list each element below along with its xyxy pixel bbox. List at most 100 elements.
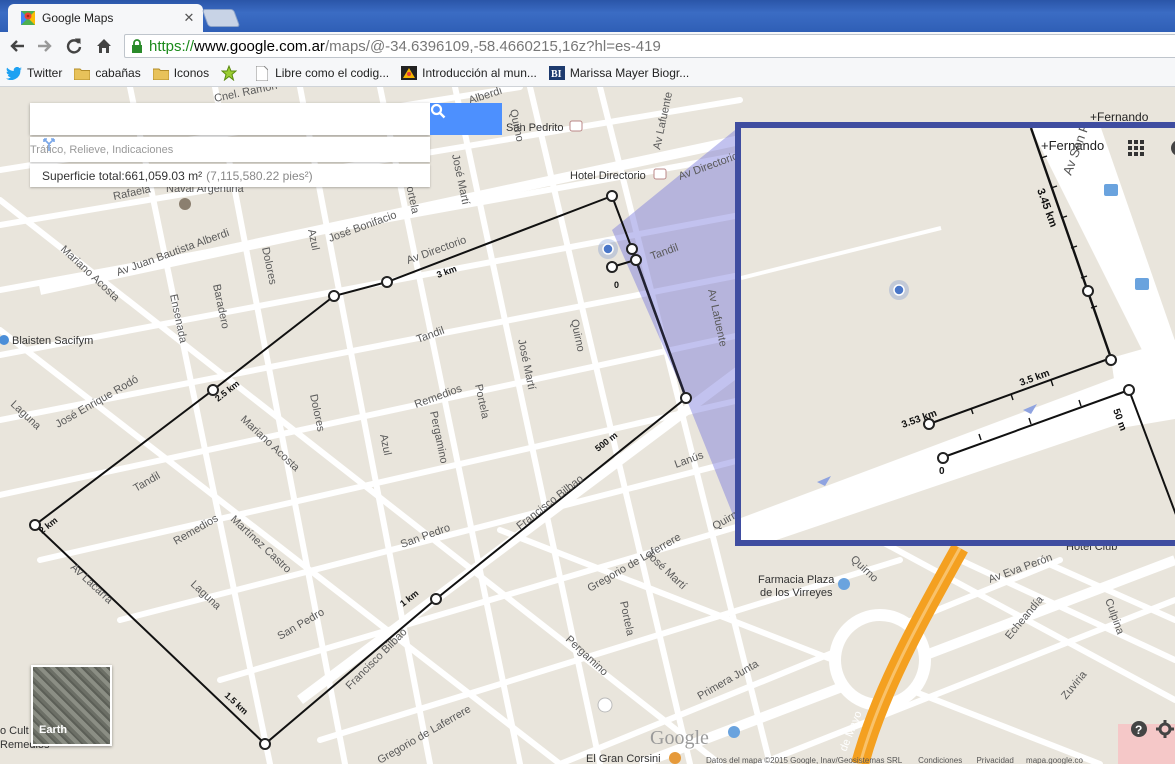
route-vertex[interactable] xyxy=(626,243,638,255)
reload-icon xyxy=(66,38,82,54)
route-vertex[interactable] xyxy=(1082,285,1094,297)
route-vertex[interactable] xyxy=(328,290,340,302)
url-text: https://www.google.com.ar/maps/@-34.6396… xyxy=(149,37,661,55)
close-tab-icon[interactable]: ✕ xyxy=(181,10,197,26)
search-options[interactable]: Tráfico, Relieve, Indicaciones xyxy=(30,137,430,162)
zoom-inset-map: 3.45 km 3.5 km 3.53 km 50 m 0 +Fernando … xyxy=(741,128,1175,540)
twitter-icon xyxy=(6,66,22,80)
tab-google-maps[interactable]: Google Maps ✕ xyxy=(8,4,203,32)
route-distance-label: 2 km xyxy=(37,515,59,536)
street-label: Baradero xyxy=(210,283,231,330)
bookmark-folder-iconos[interactable]: Iconos xyxy=(152,66,209,80)
route-vertex[interactable] xyxy=(381,276,393,288)
search-input[interactable] xyxy=(38,103,422,135)
my-location-dot xyxy=(602,243,614,255)
browser-toolbar: https://www.google.com.ar/maps/@-34.6396… xyxy=(0,32,1175,60)
terms-link[interactable]: Condiciones xyxy=(918,756,962,764)
poi-label: o Cult xyxy=(0,725,29,737)
search-button[interactable] xyxy=(430,103,502,135)
hotel-icon xyxy=(569,120,583,132)
earth-layer-toggle[interactable]: Earth xyxy=(31,665,112,746)
tab-bar: Google Maps ✕ xyxy=(0,0,1175,32)
route-vertex[interactable] xyxy=(680,392,692,404)
zoom-inset-panel: 3.45 km 3.5 km 3.53 km 50 m 0 +Fernando … xyxy=(735,122,1175,546)
street-label: Dolores xyxy=(259,246,279,286)
bookmark-folder-cabanas[interactable]: cabañas xyxy=(74,66,141,80)
shop-icon xyxy=(1135,278,1149,290)
hotel-icon xyxy=(653,168,667,180)
route-distance-label: 0 xyxy=(939,466,945,477)
folder-icon xyxy=(152,66,169,80)
map-footer: Datos del mapa ©2015 Google, Inav/Geosis… xyxy=(706,756,1175,764)
settings-gear-icon[interactable] xyxy=(1156,720,1174,738)
google-watermark: Google xyxy=(650,727,709,749)
route-vertex[interactable] xyxy=(630,254,642,266)
street-label: Portela xyxy=(617,600,636,637)
route-vertex[interactable] xyxy=(606,261,618,273)
street-label: Pergamino xyxy=(563,633,610,678)
poi-label: El Gran Corsini xyxy=(586,753,661,764)
route-vertex[interactable] xyxy=(259,738,271,750)
svg-text:BI: BI xyxy=(551,69,562,80)
directions-icon xyxy=(43,138,55,151)
help-icon[interactable]: ? xyxy=(1130,720,1148,738)
svg-text:?: ? xyxy=(1135,723,1142,737)
privacy-link[interactable]: Privacidad xyxy=(976,756,1013,764)
route-vertex[interactable] xyxy=(937,452,949,464)
route-distance-label: 1 km xyxy=(398,588,420,609)
map-credits: Datos del mapa ©2015 Google, Inav/Geosis… xyxy=(706,756,902,764)
route-vertex[interactable] xyxy=(606,190,618,202)
page-icon xyxy=(254,65,270,81)
route-vertex[interactable] xyxy=(430,593,442,605)
street-label: Gregorio de Laferrere xyxy=(376,703,474,764)
route-distance-label: 0 xyxy=(614,280,619,290)
reload-button[interactable] xyxy=(63,35,85,57)
search-icon xyxy=(430,103,446,119)
new-tab-button[interactable] xyxy=(201,9,241,27)
poi-label: Farmacia Plaza xyxy=(758,574,835,586)
poi-circle xyxy=(597,697,613,713)
street-label: Av Lacarra xyxy=(68,561,116,607)
route-vertex[interactable] xyxy=(1105,354,1117,366)
image-icon xyxy=(401,66,418,80)
bookmark-star[interactable] xyxy=(221,65,242,81)
lock-icon xyxy=(132,39,142,53)
poi-label: Blaisten Sacifym xyxy=(12,335,93,347)
address-bar[interactable]: https://www.google.com.ar/maps/@-34.6396… xyxy=(124,34,1175,58)
home-button[interactable] xyxy=(93,35,115,57)
forward-button[interactable] xyxy=(34,35,56,57)
earth-label: Earth xyxy=(39,724,68,736)
map-canvas[interactable]: 3 km 2.5 km 2 km 1.5 km 1 km 500 m 0 Cne… xyxy=(0,87,1175,764)
tab-title: Google Maps xyxy=(42,11,114,25)
school-icon xyxy=(179,198,191,210)
measure-area-m2: 661,059.03 m² xyxy=(124,168,203,183)
poi-label: de los Virreyes xyxy=(760,587,833,599)
bookmark-libre-como-el-codigo[interactable]: Libre como el codig... xyxy=(254,65,389,81)
apps-grid-icon[interactable] xyxy=(1128,140,1144,156)
home-icon xyxy=(97,39,111,53)
bookmark-twitter[interactable]: Twitter xyxy=(6,66,62,80)
street-label: Tandil xyxy=(132,470,163,495)
google-maps-icon xyxy=(21,11,35,25)
bookmark-marissa-mayer[interactable]: BI Marissa Mayer Biogr... xyxy=(548,66,689,80)
star-icon xyxy=(221,65,238,81)
bookmarks-bar: Twitter cabañas Iconos Libre como el cod… xyxy=(0,60,1175,87)
street-label: Zuviria xyxy=(1059,668,1090,702)
back-arrow-icon xyxy=(10,40,24,52)
map-scale-link[interactable]: mapa.google.co xyxy=(1026,756,1083,764)
back-button[interactable] xyxy=(6,35,28,57)
search-box[interactable] xyxy=(30,103,430,135)
street-label: Martínez Castro xyxy=(228,513,293,575)
forward-arrow-icon xyxy=(38,40,52,52)
folder-icon xyxy=(74,66,91,80)
route-distance-label: 1.5 km xyxy=(223,690,250,716)
restaurant-icon xyxy=(669,752,681,764)
pharmacy-icon xyxy=(838,578,850,590)
shop-icon xyxy=(728,726,740,738)
street-label: Azul xyxy=(377,433,393,456)
bi-icon: BI xyxy=(548,66,565,80)
measure-area-ft2: (7,115,580.22 pies²) xyxy=(206,168,313,183)
route-vertex[interactable] xyxy=(1123,384,1135,396)
bookmark-introduccion[interactable]: Introducción al mun... xyxy=(401,66,537,80)
street-label: Av Lafuente xyxy=(651,91,675,151)
